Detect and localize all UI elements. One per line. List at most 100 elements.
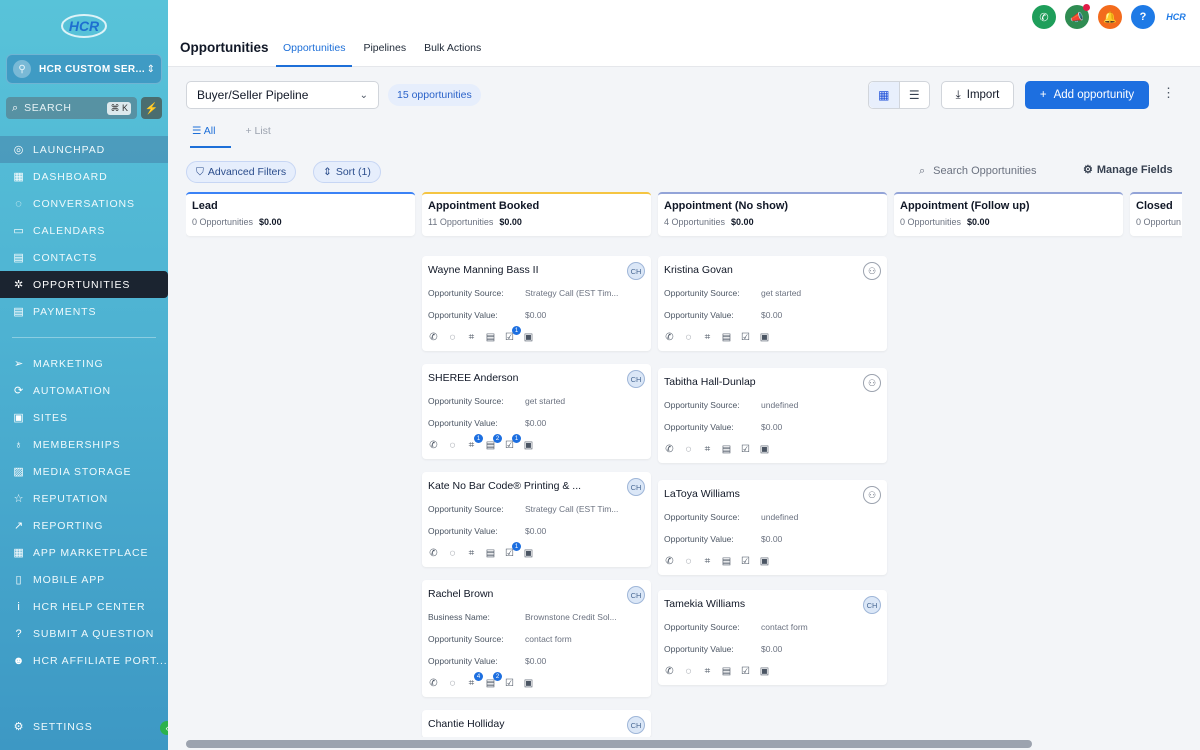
card-contact-name[interactable]: Chantie Holliday [428,718,645,730]
sidebar-item-settings[interactable]: ⚙ SETTINGS [0,713,168,740]
sidebar-item-hcr-affiliate-port[interactable]: ☻ HCR AFFILIATE PORT... [0,647,168,674]
note-icon[interactable]: ▤ 2 [485,434,502,451]
phone-icon[interactable]: ✆ [664,332,675,343]
column-header[interactable]: Closed 0 Opportun [1130,192,1182,236]
note-icon[interactable]: ▤ [721,556,732,567]
calendar-icon[interactable]: ▣ [759,666,770,677]
task-icon[interactable]: ☑ [740,666,751,677]
calendar-icon[interactable]: ▣ [523,678,534,689]
sidebar-item-reporting[interactable]: ↗ REPORTING [0,512,168,539]
profile-logo[interactable]: HCR [1164,5,1188,29]
sidebar-item-sites[interactable]: ▣ SITES [0,404,168,431]
assignee-avatar[interactable]: CH [627,586,645,604]
sidebar-item-automation[interactable]: ⟳ AUTOMATION [0,377,168,404]
sidebar-search[interactable]: ⌕ SEARCH ⌘ K [6,97,137,119]
message-icon[interactable]: ◌ [683,444,694,455]
view-tab-add-list[interactable]: + List [243,123,272,148]
calendar-icon[interactable]: ▣ [759,556,770,567]
tag-icon[interactable]: ⌗ [702,666,713,677]
card-contact-name[interactable]: SHEREE Anderson [428,372,645,384]
assignee-avatar[interactable]: CH [627,262,645,280]
sort-button[interactable]: ⇕ Sort (1) [313,161,381,183]
unassigned-user-icon[interactable]: ⚇ [863,486,881,504]
quick-action-bolt-icon[interactable]: ⚡ [141,97,162,119]
add-opportunity-button[interactable]: + Add opportunity [1025,81,1149,109]
column-header[interactable]: Appointment Booked 11 Opportunities $0.00 [422,192,651,236]
opportunity-card[interactable]: Tabitha Hall-Dunlap ⚇ Opportunity Source: u… [658,368,887,463]
opportunity-card[interactable]: Kate No Bar Code® Printing & ... CH Opport… [422,472,651,567]
sidebar-item-calendars[interactable]: ▭ CALENDARS [0,217,168,244]
sidebar-item-reputation[interactable]: ☆ REPUTATION [0,485,168,512]
message-icon[interactable]: ◌ [447,678,458,689]
advanced-filters-button[interactable]: ⛉ Advanced Filters [186,161,297,183]
tab-opportunities[interactable]: Opportunities [276,32,353,67]
sidebar-item-mobile-app[interactable]: ▯ MOBILE APP [0,566,168,593]
tab-bulk-actions[interactable]: Bulk Actions [417,32,488,67]
help-icon[interactable]: ? [1131,5,1155,29]
opportunity-card[interactable]: Kristina Govan ⚇ Opportunity Source: get st… [658,256,887,351]
card-contact-name[interactable]: Tamekia Williams [664,598,881,610]
assignee-avatar[interactable]: CH [627,478,645,496]
megaphone-icon[interactable]: 📣 [1065,4,1090,29]
calendar-icon[interactable]: ▣ [523,548,534,559]
opportunity-card[interactable]: LaToya Williams ⚇ Opportunity Source: undef… [658,480,887,575]
calendar-icon[interactable]: ▣ [759,332,770,343]
sidebar-item-opportunities[interactable]: ✲ OPPORTUNITIES [0,271,168,298]
task-icon[interactable]: ☑ 1 [504,434,521,451]
assignee-avatar[interactable]: CH [863,596,881,614]
search-opportunities-input[interactable]: ⌕ Search Opportunities [911,159,1071,183]
tab-pipelines[interactable]: Pipelines [356,32,413,67]
calendar-icon[interactable]: ▣ [523,440,534,451]
note-icon[interactable]: ▤ [485,548,496,559]
view-tab-all[interactable]: ☰ All [190,123,232,148]
horizontal-scrollbar[interactable] [186,740,1032,748]
sidebar-item-hcr-help-center[interactable]: i HCR HELP CENTER [0,593,168,620]
task-icon[interactable]: ☑ 1 [504,326,521,343]
sidebar-item-marketing[interactable]: ➢ MARKETING [0,350,168,377]
card-contact-name[interactable]: Kristina Govan [664,264,881,276]
phone-icon[interactable]: ✆ [664,556,675,567]
assignee-avatar[interactable]: CH [627,716,645,734]
unassigned-user-icon[interactable]: ⚇ [863,374,881,392]
note-icon[interactable]: ▤ [721,444,732,455]
calendar-icon[interactable]: ▣ [759,444,770,455]
opportunity-card[interactable]: Chantie Holliday CH [422,710,651,737]
opportunity-card[interactable]: Tamekia Williams CH Opportunity Source: con… [658,590,887,685]
card-contact-name[interactable]: LaToya Williams [664,488,881,500]
phone-icon[interactable]: ✆ [664,444,675,455]
note-icon[interactable]: ▤ 2 [485,672,502,689]
sidebar-item-app-marketplace[interactable]: ▦ APP MARKETPLACE [0,539,168,566]
opportunity-card[interactable]: Wayne Manning Bass II CH Opportunity Sourc… [422,256,651,351]
tag-icon[interactable]: ⌗ 4 [466,672,483,689]
tag-icon[interactable]: ⌗ 1 [466,434,483,451]
message-icon[interactable]: ◌ [683,332,694,343]
import-button[interactable]: ⤓ Import [941,81,1014,109]
note-icon[interactable]: ▤ [721,666,732,677]
sidebar-item-contacts[interactable]: ▤ CONTACTS [0,244,168,271]
opportunity-card[interactable]: Rachel Brown CH Business Name: Brownstone C… [422,580,651,697]
note-icon[interactable]: ▤ [485,332,496,343]
bell-icon[interactable]: 🔔 [1098,5,1122,29]
tag-icon[interactable]: ⌗ [466,332,477,343]
unassigned-user-icon[interactable]: ⚇ [863,262,881,280]
account-switcher[interactable]: ⚲ HCR CUSTOM SER... ⇕ [6,54,162,84]
phone-icon[interactable]: ✆ [428,440,439,451]
board-view-icon[interactable]: ▦ [869,82,900,108]
hcr-logo[interactable]: HCR [58,10,110,42]
tag-icon[interactable]: ⌗ [702,556,713,567]
task-icon[interactable]: ☑ [740,556,751,567]
phone-icon[interactable]: ✆ [428,332,439,343]
more-options-icon[interactable]: ⋮ [1162,85,1175,101]
phone-icon[interactable]: ✆ [428,548,439,559]
card-contact-name[interactable]: Rachel Brown [428,588,645,600]
pipeline-select[interactable]: Buyer/Seller Pipeline ⌄ [186,81,379,109]
column-header[interactable]: Appointment (No show) 4 Opportunities $0.0… [658,192,887,236]
task-icon[interactable]: ☑ [740,332,751,343]
sidebar-item-submit-a-question[interactable]: ? SUBMIT A QUESTION [0,620,168,647]
column-header[interactable]: Lead 0 Opportunities $0.00 [186,192,415,236]
sidebar-item-memberships[interactable]: ♁ MEMBERSHIPS [0,431,168,458]
phone-icon[interactable]: ✆ [664,666,675,677]
note-icon[interactable]: ▤ [721,332,732,343]
message-icon[interactable]: ◌ [683,556,694,567]
sidebar-item-launchpad[interactable]: ◎ LAUNCHPAD [0,136,168,163]
